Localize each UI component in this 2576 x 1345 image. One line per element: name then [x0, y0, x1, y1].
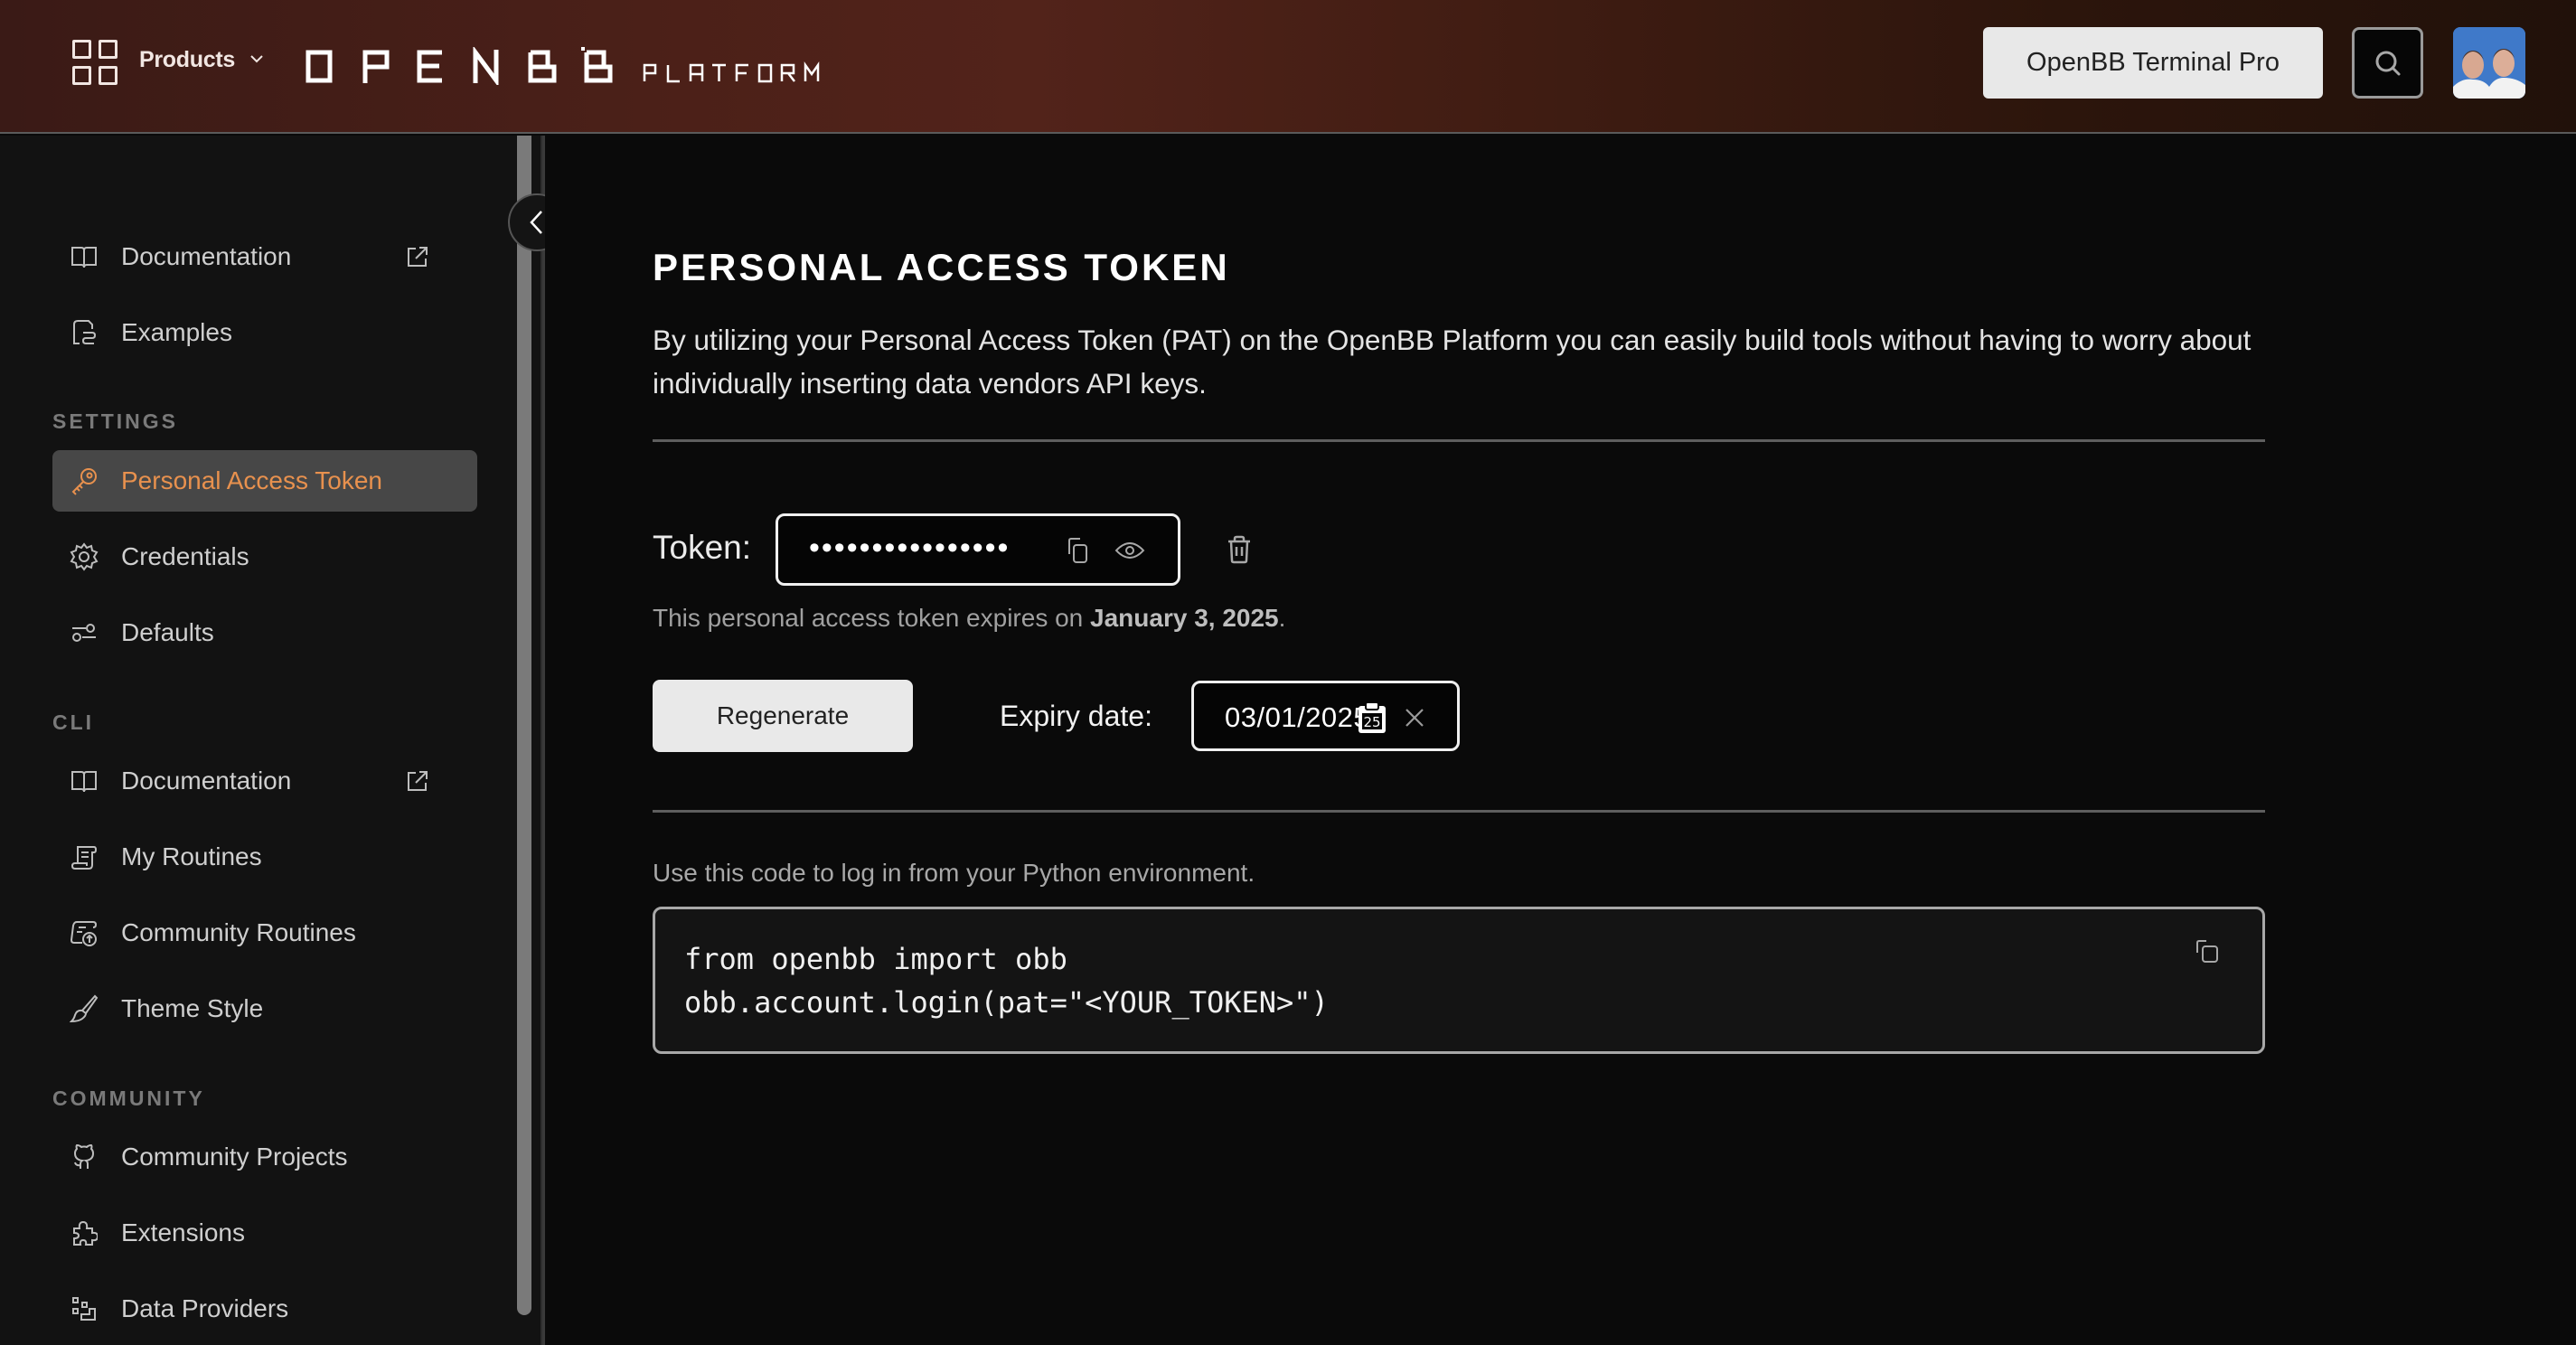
openbb-platform-logo[interactable] [304, 47, 846, 85]
token-field[interactable]: •••••••••••••••• [776, 513, 1180, 586]
sidebar-item-label: My Routines [121, 842, 262, 870]
regenerate-button[interactable]: Regenerate [653, 680, 913, 752]
expiry-note-period: . [1278, 604, 1286, 632]
expiry-note-date: January 3, 2025 [1090, 604, 1279, 632]
external-link-icon [408, 771, 428, 791]
sidebar-item-my-routines[interactable]: My Routines [52, 826, 477, 888]
gear-icon [69, 541, 99, 572]
scroll-icon [69, 842, 99, 872]
expiry-date-label: Expiry date: [1000, 700, 1152, 732]
divider [653, 810, 2265, 813]
data-providers-icon [69, 1293, 99, 1324]
sidebar-item-examples[interactable]: Examples [52, 302, 477, 363]
copy-code-icon[interactable] [2194, 938, 2223, 967]
expiry-date-input[interactable]: 03/01/2025 25 [1191, 681, 1460, 751]
puzzle-icon [69, 1218, 99, 1248]
brush-icon [69, 993, 99, 1024]
sidebar-item-extensions[interactable]: Extensions [52, 1202, 477, 1264]
terminal-pro-button[interactable]: OpenBB Terminal Pro [1983, 27, 2323, 99]
token-expiry-note: This personal access token expires on Ja… [653, 604, 1285, 633]
divider [653, 439, 2265, 442]
copy-icon[interactable] [1064, 536, 1093, 565]
trash-icon[interactable] [1226, 535, 1253, 564]
book-icon [69, 241, 99, 272]
token-value: •••••••••••••••• [809, 531, 1011, 565]
code-block: from openbb import obb obb.account.login… [653, 907, 2265, 1054]
sidebar-item-community-projects[interactable]: Community Projects [52, 1126, 477, 1188]
sidebar-item-label: Defaults [121, 618, 214, 646]
sidebar-item-label: Extensions [121, 1218, 245, 1246]
products-grid-icon[interactable] [72, 40, 119, 87]
github-icon [69, 1142, 99, 1172]
sidebar-item-data-providers[interactable]: Data Providers [52, 1278, 477, 1340]
sidebar-item-label: Community Routines [121, 918, 356, 946]
sidebar-item-personal-access-token[interactable]: Personal Access Token [52, 450, 477, 512]
search-button[interactable] [2352, 27, 2423, 99]
sidebar-item-label: Documentation [121, 767, 292, 795]
eye-icon[interactable] [1114, 536, 1145, 565]
chevron-down-icon[interactable] [249, 51, 265, 67]
sidebar-item-credentials[interactable]: Credentials [52, 526, 477, 588]
file-code-icon [69, 317, 99, 348]
sidebar-item-label: Theme Style [121, 994, 264, 1022]
code-line: from openbb import obb [684, 942, 1067, 976]
sidebar-item-theme-style[interactable]: Theme Style [52, 978, 477, 1039]
sidebar-item-defaults[interactable]: Defaults [52, 602, 477, 663]
sidebar-item-label: Personal Access Token [121, 466, 382, 494]
token-label: Token: [653, 529, 752, 566]
external-link-icon [408, 247, 428, 267]
code-line: obb.account.login(pat="<YOUR_TOKEN>") [684, 985, 1329, 1020]
calendar-icon[interactable]: 25 [1357, 701, 1387, 734]
sidebar-item-cli-documentation[interactable]: Documentation [52, 750, 477, 812]
expiry-note-text: This personal access token expires on [653, 604, 1091, 632]
sidebar-item-label: Data Providers [121, 1294, 289, 1322]
book-icon [69, 766, 99, 796]
sliders-icon [69, 617, 99, 648]
sidebar-item-label: Documentation [121, 242, 292, 270]
expiry-date-value: 03/01/2025 [1225, 701, 1370, 733]
key-icon [69, 466, 99, 496]
sidebar-item-documentation[interactable]: Documentation [52, 226, 477, 287]
scroll-upload-icon [69, 917, 99, 948]
section-title-cli: CLI [52, 710, 95, 734]
sidebar-item-community-routines[interactable]: Community Routines [52, 902, 477, 964]
svg-text:25: 25 [1363, 714, 1380, 730]
sidebar-item-label: Examples [121, 318, 232, 346]
avatar-image [2453, 27, 2525, 99]
page-description: By utilizing your Personal Access Token … [653, 324, 2252, 400]
top-header: Products OpenBB Terminal Pro [0, 0, 2576, 134]
page-title: PERSONAL ACCESS TOKEN [653, 246, 1230, 288]
sidebar-item-label: Credentials [121, 542, 249, 570]
code-hint: Use this code to log in from your Python… [653, 859, 1255, 887]
search-icon [2375, 51, 2400, 75]
products-menu-button[interactable]: Products [139, 47, 235, 73]
section-title-settings: SETTINGS [52, 409, 179, 433]
sidebar-scrollbar[interactable] [517, 136, 531, 1315]
sidebar-item-label: Community Projects [121, 1143, 348, 1171]
clear-date-icon[interactable] [1402, 705, 1427, 730]
user-avatar[interactable] [2453, 27, 2525, 99]
section-title-community: COMMUNITY [52, 1086, 205, 1110]
